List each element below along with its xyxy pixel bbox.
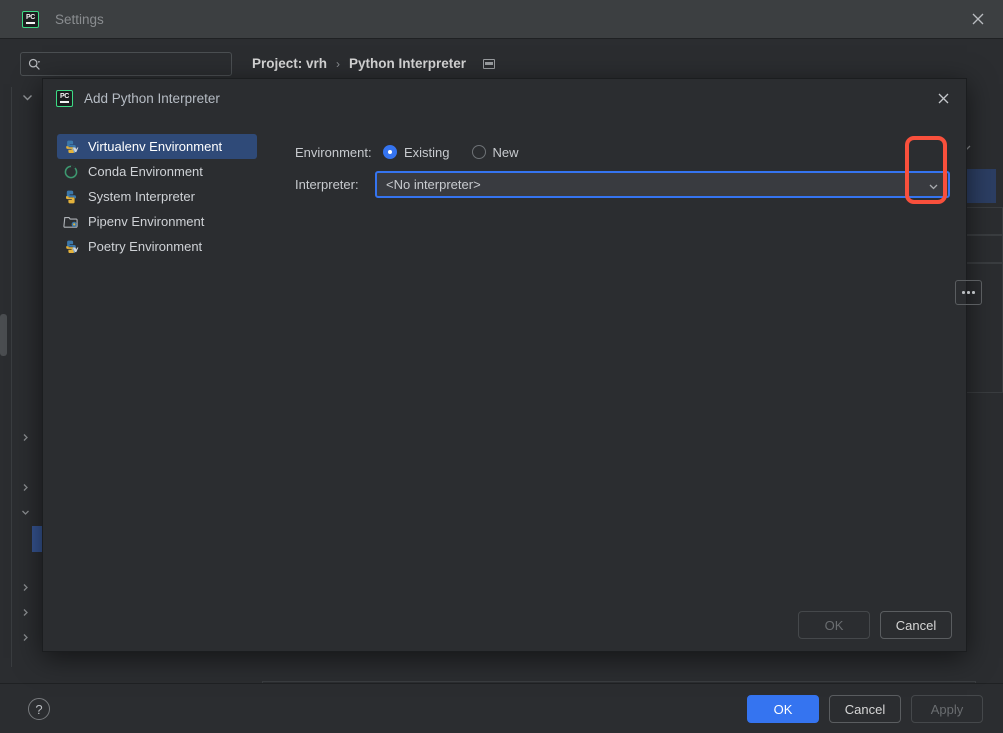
search-field[interactable] <box>46 57 216 71</box>
settings-ok-button[interactable]: OK <box>747 695 819 723</box>
env-item-virtualenv[interactable]: Virtualenv Environment <box>57 134 257 159</box>
interpreter-dropdown[interactable]: <No interpreter> <box>375 170 950 198</box>
pipenv-icon <box>63 214 79 230</box>
breadcrumb-current: Python Interpreter <box>349 56 467 71</box>
python-icon <box>63 189 79 205</box>
breadcrumb: Project: vrh › Python Interpreter <box>252 56 496 71</box>
environment-label: Environment: <box>295 144 372 160</box>
settings-apply-button: Apply <box>911 695 983 723</box>
pycharm-logo-text: PC <box>59 93 70 101</box>
conda-icon <box>63 164 79 180</box>
tree-expander[interactable] <box>12 501 38 523</box>
pycharm-logo-bar <box>60 101 69 103</box>
tree-expander[interactable] <box>12 626 38 648</box>
ellipsis-icon <box>962 291 965 294</box>
settings-titlebar: PC Settings <box>0 0 1003 38</box>
settings-window-title: Settings <box>55 11 104 27</box>
settings-footer-buttons: OK Cancel Apply <box>747 695 983 723</box>
tree-expander[interactable] <box>12 476 38 498</box>
close-icon[interactable] <box>935 90 952 107</box>
interpreter-value: <No interpreter> <box>386 176 481 192</box>
chevron-right-icon <box>21 483 30 492</box>
environment-radio-group: Existing New <box>383 145 519 160</box>
pycharm-logo-text: PC <box>25 14 36 22</box>
chevron-down-icon[interactable] <box>21 91 34 104</box>
environment-type-list: Virtualenv Environment Conda Environment <box>57 134 257 259</box>
tree-expander[interactable] <box>12 576 38 598</box>
chevron-down-icon <box>928 181 939 192</box>
virtualenv-icon <box>63 139 79 155</box>
ellipsis-icon <box>972 291 975 294</box>
pycharm-logo-bar <box>26 22 35 24</box>
radio-existing-label: Existing <box>404 144 450 160</box>
dialog-ok-button: OK <box>798 611 870 639</box>
dialog-header: PC Add Python Interpreter <box>23 79 966 117</box>
env-item-label: Conda Environment <box>88 164 203 179</box>
tree-expander[interactable] <box>12 601 38 623</box>
dialog-cancel-button[interactable]: Cancel <box>880 611 952 639</box>
ellipsis-icon <box>967 291 970 294</box>
help-button[interactable]: ? <box>28 698 50 720</box>
browse-interpreter-button[interactable] <box>955 280 982 305</box>
dialog-main: Virtualenv Environment Conda Environment <box>43 117 982 653</box>
search-input[interactable] <box>20 52 232 76</box>
pycharm-settings-screen: PC Settings Project: vrh › Python Interp… <box>0 0 1003 733</box>
env-item-label: Poetry Environment <box>88 239 203 254</box>
chevron-down-icon <box>21 508 30 517</box>
env-item-system-interpreter[interactable]: System Interpreter <box>57 184 257 209</box>
breadcrumb-separator: › <box>336 56 341 71</box>
radio-existing[interactable]: Existing <box>383 145 450 160</box>
settings-cancel-button[interactable]: Cancel <box>829 695 901 723</box>
chevron-right-icon <box>21 633 30 642</box>
search-icon <box>28 58 41 71</box>
env-item-poetry[interactable]: Poetry Environment <box>57 234 257 259</box>
chevron-right-icon <box>21 433 30 442</box>
breadcrumb-project[interactable]: Project: vrh <box>252 56 327 71</box>
dialog-title: Add Python Interpreter <box>84 90 220 106</box>
env-item-pipenv[interactable]: Pipenv Environment <box>57 209 257 234</box>
panel-layout-icon[interactable] <box>483 58 496 69</box>
pycharm-logo-icon: PC <box>22 10 39 28</box>
settings-footer: ? OK Cancel Apply <box>0 683 1003 733</box>
pycharm-logo-icon: PC <box>56 89 73 107</box>
radio-button-icon <box>383 145 397 159</box>
add-python-interpreter-dialog: PC Add Python Interpreter Virtualenv Env… <box>23 78 982 653</box>
env-item-label: Virtualenv Environment <box>88 139 223 154</box>
radio-button-icon <box>471 145 486 159</box>
chevron-right-icon <box>21 608 30 617</box>
background-row <box>962 235 1003 263</box>
env-item-label: Pipenv Environment <box>88 214 205 229</box>
interpreter-row: Interpreter: <No interpreter> <box>295 170 950 198</box>
dialog-footer-buttons: OK Cancel <box>798 611 952 639</box>
chevron-right-icon <box>21 583 30 592</box>
background-row <box>962 207 1003 235</box>
tree-expander[interactable] <box>12 426 38 448</box>
environment-row: Environment: Existing New <box>295 139 519 165</box>
close-icon[interactable] <box>969 10 987 28</box>
radio-new-label: New <box>492 144 519 160</box>
env-item-label: System Interpreter <box>88 189 195 204</box>
vertical-scrollbar[interactable] <box>0 314 7 356</box>
interpreter-label: Interpreter: <box>295 176 359 192</box>
radio-new[interactable]: New <box>471 144 519 160</box>
poetry-icon <box>63 239 79 255</box>
env-item-conda[interactable]: Conda Environment <box>57 159 257 184</box>
